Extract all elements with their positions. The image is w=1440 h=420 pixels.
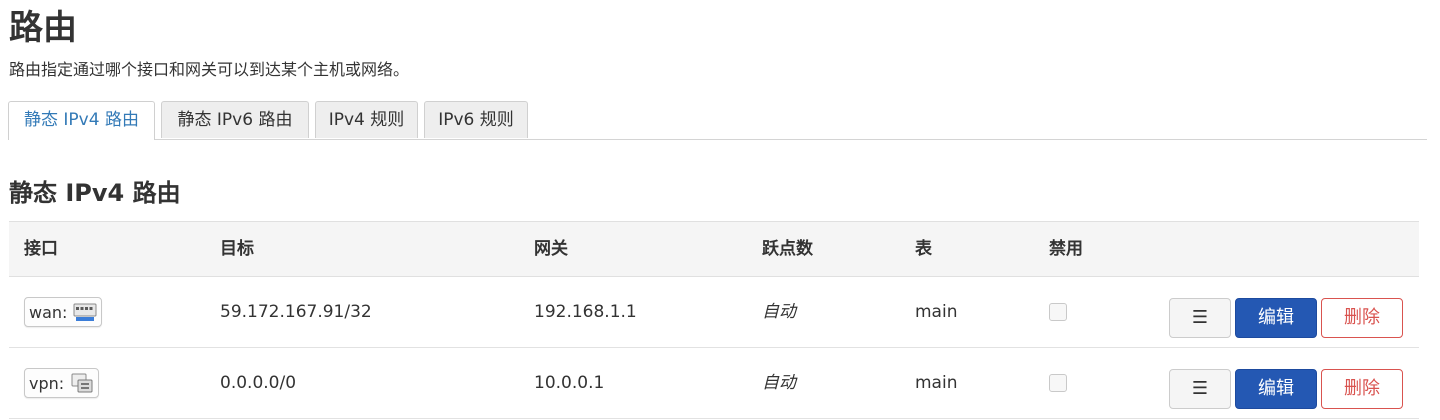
edit-button[interactable]: 编辑 bbox=[1235, 298, 1317, 338]
tab-ipv4-rules[interactable]: IPv4 规则 bbox=[315, 101, 418, 138]
header-disabled: 禁用 bbox=[1049, 239, 1083, 259]
interface-badge[interactable]: vpn: bbox=[24, 368, 100, 398]
table-row: wan: 59.172.167.91/32 192.168.1.1 自动 mai… bbox=[9, 277, 1419, 348]
tab-bar: 静态 IPv4 路由 静态 IPv6 路由 IPv4 规则 IPv6 规则 bbox=[8, 101, 1427, 140]
header-gateway: 网关 bbox=[534, 239, 568, 259]
route-metric: 自动 bbox=[762, 302, 796, 322]
delete-button[interactable]: 删除 bbox=[1321, 298, 1403, 338]
tab-static-ipv4-routes[interactable]: 静态 IPv4 路由 bbox=[8, 101, 155, 140]
route-gateway: 192.168.1.1 bbox=[534, 302, 637, 322]
table-row: vpn: 0.0.0.0/0 10.0.0.1 自动 main ☰ 编辑 删除 bbox=[9, 348, 1419, 419]
page-title: 路由 bbox=[9, 8, 77, 48]
section-title: 静态 IPv4 路由 bbox=[9, 179, 181, 207]
interface-name: vpn: bbox=[29, 373, 65, 393]
tunnel-icon bbox=[71, 373, 93, 393]
tab-ipv6-rules[interactable]: IPv6 规则 bbox=[424, 101, 528, 138]
header-interface: 接口 bbox=[24, 239, 58, 259]
table-header: 接口 目标 网关 跃点数 表 禁用 bbox=[9, 221, 1419, 277]
header-target: 目标 bbox=[220, 239, 254, 259]
ethernet-port-icon bbox=[73, 303, 97, 321]
interface-badge[interactable]: wan: bbox=[24, 297, 103, 327]
edit-button[interactable]: 编辑 bbox=[1235, 369, 1317, 409]
delete-button[interactable]: 删除 bbox=[1321, 369, 1403, 409]
route-target: 0.0.0.0/0 bbox=[220, 373, 297, 393]
page-description: 路由指定通过哪个接口和网关可以到达某个主机或网络。 bbox=[9, 60, 410, 79]
tab-static-ipv6-routes[interactable]: 静态 IPv6 路由 bbox=[161, 101, 309, 138]
route-metric: 自动 bbox=[762, 373, 796, 393]
interface-name: wan: bbox=[29, 302, 68, 322]
more-button[interactable]: ☰ bbox=[1169, 369, 1231, 409]
route-gateway: 10.0.0.1 bbox=[534, 373, 605, 393]
more-button[interactable]: ☰ bbox=[1169, 298, 1231, 338]
route-table: main bbox=[915, 302, 958, 322]
route-target: 59.172.167.91/32 bbox=[220, 302, 372, 322]
disabled-checkbox[interactable] bbox=[1049, 303, 1067, 321]
header-table: 表 bbox=[915, 239, 932, 259]
routes-table: 接口 目标 网关 跃点数 表 禁用 wan: 59.172.167.91/32 … bbox=[9, 221, 1419, 419]
disabled-checkbox[interactable] bbox=[1049, 374, 1067, 392]
header-metric: 跃点数 bbox=[762, 239, 813, 259]
route-table: main bbox=[915, 373, 958, 393]
